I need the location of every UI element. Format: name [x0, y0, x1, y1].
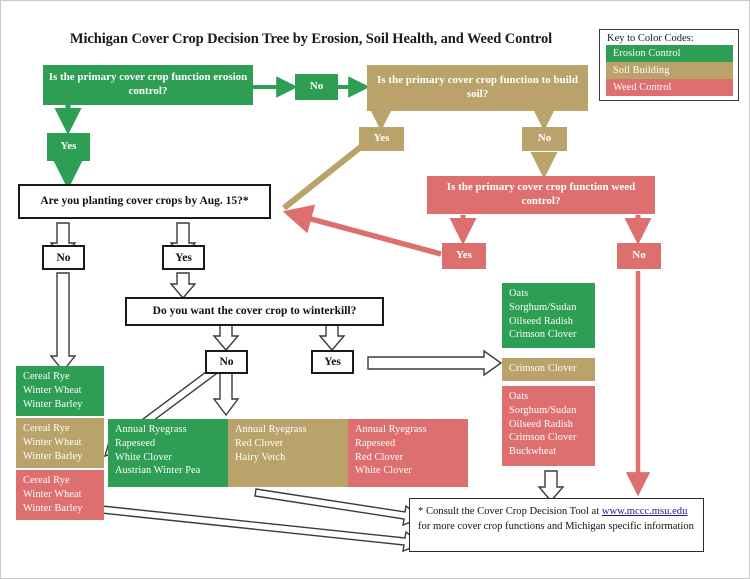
- legend-key: Key to Color Codes: Erosion Control Soil…: [599, 29, 739, 101]
- page-title: Michigan Cover Crop Decision Tree by Ero…: [69, 31, 553, 47]
- legend-item-erosion-control: Erosion Control: [606, 45, 733, 62]
- arrow-soil-yes-to-aug15: [282, 143, 364, 211]
- arrow-no-to-left-crops: [49, 272, 77, 373]
- arrow-right-crops-to-footnote: [537, 470, 565, 503]
- answer-soil-yes: Yes: [359, 127, 404, 151]
- crop-list-right-erosion: Oats Sorghum/Sudan Oilseed Radish Crimso…: [502, 283, 595, 348]
- question-build-soil: Is the primary cover crop function to bu…: [367, 65, 588, 111]
- footnote-tail-text: for more cover crop functions and Michig…: [418, 521, 694, 533]
- answer-winterkill-no: No: [205, 350, 248, 374]
- arrow-winterkill-to-yes: [318, 322, 346, 352]
- arrow-left-crops-to-footnote: [100, 505, 423, 553]
- answer-erosion-no: No: [295, 74, 338, 100]
- footnote-lead-text: * Consult the Cover Crop Decision Tool a…: [418, 506, 602, 517]
- footnote-box: * Consult the Cover Crop Decision Tool a…: [409, 498, 704, 552]
- answer-aug15-yes: Yes: [162, 245, 205, 270]
- answer-aug15-no: No: [42, 245, 85, 270]
- question-weed-control: Is the primary cover crop function weed …: [427, 176, 655, 214]
- crop-list-left-soil: Cereal Rye Winter Wheat Winter Barley: [16, 418, 104, 468]
- legend-title: Key to Color Codes:: [607, 33, 694, 44]
- arrow-yes-to-winterkill: [169, 272, 197, 300]
- arrow-weed-yes-to-aug15: [282, 204, 442, 257]
- answer-weed-yes: Yes: [442, 243, 486, 269]
- legend-item-soil-building: Soil Building: [606, 62, 733, 79]
- legend-item-weed-control: Weed Control: [606, 79, 733, 96]
- mccc-website-link[interactable]: www.mccc.msu.edu: [602, 506, 688, 517]
- arrow-winterkill-to-no: [212, 322, 240, 352]
- crop-list-right-soil: Crimson Clover: [502, 358, 595, 381]
- decision-tree-diagram: Michigan Cover Crop Decision Tree by Ero…: [0, 0, 750, 579]
- arrow-winterkill-no-to-middle-crops: [212, 372, 240, 417]
- question-erosion-control: Is the primary cover crop function erosi…: [43, 65, 253, 105]
- question-winterkill: Do you want the cover crop to winterkill…: [125, 297, 384, 326]
- answer-winterkill-yes: Yes: [311, 350, 354, 374]
- crop-list-middle-weed: Annual Ryegrass Rapeseed Red Clover Whit…: [348, 419, 468, 487]
- crop-list-right-weed: Oats Sorghum/Sudan Oilseed Radish Crimso…: [502, 386, 595, 466]
- answer-weed-no: No: [617, 243, 661, 269]
- answer-soil-no: No: [522, 127, 567, 151]
- arrow-middle-crops-to-footnote: [254, 488, 423, 527]
- crop-list-middle-soil: Annual Ryegrass Red Clover Hairy Vetch: [228, 419, 348, 487]
- question-planting-by-aug-15: Are you planting cover crops by Aug. 15?…: [18, 184, 271, 219]
- arrow-winterkill-yes-to-right-crops: [367, 349, 503, 377]
- crop-list-left-weed: Cereal Rye Winter Wheat Winter Barley: [16, 470, 104, 520]
- crop-list-middle-erosion: Annual Ryegrass Rapeseed White Clover Au…: [108, 419, 228, 487]
- crop-list-left-erosion: Cereal Rye Winter Wheat Winter Barley: [16, 366, 104, 416]
- answer-erosion-yes: Yes: [47, 133, 90, 161]
